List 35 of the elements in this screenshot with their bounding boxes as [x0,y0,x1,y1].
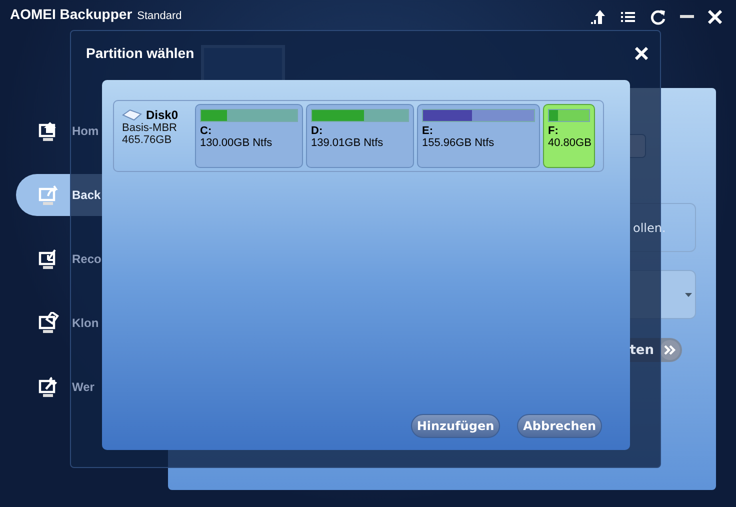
sidebar-item[interactable]: Reco [16,238,106,280]
window-title: AOMEI Backupper [10,6,132,22]
dialog-title: Partition wählen [86,45,194,61]
partition-letter: E: [422,125,434,137]
partition-letter: C: [200,125,213,137]
partition-info: 130.00GB Ntfs [200,137,274,149]
caret-icon [685,293,692,297]
close-icon[interactable] [708,10,722,24]
partition-info: 155.96GB Ntfs [422,137,496,149]
edition-label: Standard [137,10,182,22]
minimize-icon[interactable] [680,15,694,19]
menu-icon[interactable] [620,9,636,25]
partition-letter: F: [548,125,560,137]
disk-type: Basis-MBR [122,122,178,134]
sidebar-item[interactable]: Klon [16,302,106,344]
close-icon[interactable] [635,46,648,60]
monitor-icon [38,184,60,206]
partition-card[interactable]: D: 139.01GB Ntfs [306,104,414,168]
dialog-button[interactable]: Hinzufügen [410,414,500,438]
refresh-icon[interactable] [650,9,666,25]
partition-card[interactable]: C: 130.00GB Ntfs [195,104,303,168]
partition-card[interactable]: E: 155.96GB Ntfs [417,104,540,168]
disk-size: 465.76GB [122,134,173,146]
partition-letter: D: [311,125,324,137]
monitor-icon [38,312,60,334]
sidebar-item[interactable]: Hom [16,110,106,152]
partition-card[interactable]: F: 40.80GB [543,104,595,168]
disk-name: Disk0 [146,108,178,122]
partition-info: 139.01GB Ntfs [311,137,384,149]
monitor-icon [38,376,60,398]
dialog-button[interactable]: Abbrechen [517,414,602,438]
partition-info: 40.80GB [548,137,590,149]
sidebar-item[interactable]: Wer [16,366,106,408]
chevron-icon [660,340,680,360]
upload-icon[interactable] [590,9,606,25]
